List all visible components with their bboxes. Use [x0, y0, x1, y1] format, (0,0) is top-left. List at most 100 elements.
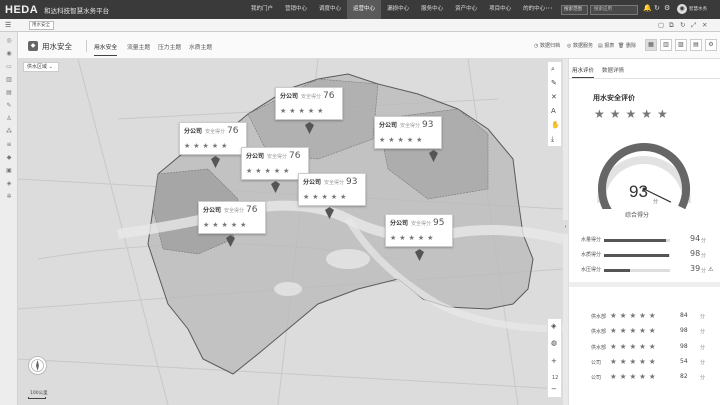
card-label: 安全得分	[301, 94, 322, 100]
nav-item-dispatch[interactable]: 调度中心	[313, 0, 347, 19]
location-pin-icon[interactable]	[305, 122, 314, 134]
sidebar-doc-icon[interactable]: ▤	[5, 89, 13, 96]
company-score-card[interactable]: 分公司 安全得分 76 ★★★★★	[275, 87, 343, 120]
sidebar-target-icon[interactable]: ◉	[5, 50, 13, 57]
nav-item-asset[interactable]: 资产中心	[449, 0, 483, 19]
sidebar-home-icon[interactable]: ◎	[5, 37, 13, 44]
location-pin-icon[interactable]	[226, 235, 235, 247]
module-divider	[86, 40, 87, 52]
view-grid-button[interactable]: ▦	[645, 39, 657, 51]
search-scope-select[interactable]: 搜索范围	[561, 5, 588, 15]
company-score-card[interactable]: 分公司 安全得分 95 ★★★★★	[385, 214, 453, 247]
metric-unit: 分	[701, 253, 707, 259]
company-score-card[interactable]: 分公司 安全得分 93 ★★★★★	[298, 173, 366, 206]
location-pin-icon[interactable]	[271, 181, 280, 193]
archive-button[interactable]: ◷ 数据归档	[534, 42, 560, 49]
view-table-button[interactable]: ▤	[690, 39, 702, 51]
ranking-row[interactable]: 供水部 ★★★★★ 98 分	[591, 326, 711, 339]
view-chart-button[interactable]: ▨	[675, 39, 687, 51]
measure-ruler-icon[interactable]: ✎	[551, 79, 557, 87]
menu-toggle-icon[interactable]: ☰	[5, 21, 11, 29]
zoom-out-icon[interactable]: −	[551, 385, 557, 393]
company-score-card[interactable]: 分公司 安全得分 93 ★★★★★	[374, 116, 442, 149]
sidebar-report-icon[interactable]: ▣	[5, 167, 13, 174]
tab-water-evaluation[interactable]: 用水评价	[572, 66, 595, 78]
clear-icon[interactable]: ✕	[551, 93, 557, 101]
top-header: HEDA 和达科技智慧水务平台 我的门户 营销中心 调度中心 运营中心 漏损中心…	[0, 0, 720, 19]
zoom-in-icon[interactable]: +	[551, 357, 557, 365]
fullscreen-icon[interactable]: ⤢	[691, 21, 696, 30]
ranking-row[interactable]: 供水部 ★★★★★ 98 分	[591, 342, 711, 355]
ranking-row[interactable]: 公司 ★★★★★ 54 分	[591, 357, 711, 370]
view-split-button[interactable]: ▥	[660, 39, 672, 51]
sidebar-chart-icon[interactable]: ▥	[5, 76, 13, 83]
link-icon[interactable]: ⧉	[669, 21, 674, 30]
sidebar-user-icon[interactable]: ♙	[5, 115, 13, 122]
data-service-button[interactable]: ◎ 数据服务	[567, 42, 593, 49]
view-settings-button[interactable]: ⚙	[705, 39, 717, 51]
metric-unit: 分	[701, 268, 707, 274]
company-score-card[interactable]: 分公司 安全得分 76 ★★★★★	[179, 122, 247, 155]
region-select[interactable]: 供水区域 ⌄	[23, 62, 59, 72]
sidebar-network-icon[interactable]: ⁂	[5, 128, 13, 135]
sidebar-gear-icon[interactable]: ✲	[5, 193, 13, 200]
download-icon[interactable]: ⤓	[551, 135, 554, 144]
subtab-flow[interactable]: 流量主题	[127, 42, 150, 51]
metric-bar	[604, 254, 670, 257]
sidebar-monitor-icon[interactable]: ▭	[5, 63, 13, 70]
tab-data-details[interactable]: 数据详情	[602, 66, 624, 74]
card-score: 93	[346, 177, 358, 187]
subtab-water-quality[interactable]: 水质主题	[189, 42, 212, 51]
settings-icon[interactable]: ⚙	[664, 4, 670, 12]
avatar[interactable]: ◉	[677, 4, 687, 14]
ranking-row[interactable]: 供水部 ★★★★★ 84 分	[591, 311, 711, 324]
window-icon[interactable]: ▢	[658, 21, 664, 29]
map-search-icon[interactable]: ⌕	[551, 65, 555, 74]
sidebar-edit-icon[interactable]: ✎	[5, 102, 13, 109]
map-area[interactable]: 供水区域 ⌄ 分公司 安全得分 76 ★★★★★ 分公司 安全得分 76 ★★★★★ 分…	[18, 59, 563, 405]
delete-button[interactable]: 🗑 删除	[618, 42, 636, 49]
sidebar-alert-icon[interactable]: ◈	[5, 180, 13, 187]
pan-hand-icon[interactable]: ✋	[551, 121, 560, 129]
top-nav: 我的门户 营销中心 调度中心 运营中心 漏损中心 服务中心 资产中心 项目中心 …	[245, 0, 551, 19]
refresh-icon[interactable]: ↻	[654, 4, 660, 12]
subtab-water-safety[interactable]: 用水安全	[94, 42, 118, 56]
nav-item-operation[interactable]: 运营中心	[347, 0, 382, 19]
metric-value: 94	[690, 234, 701, 243]
nav-item-project[interactable]: 项目中心	[483, 0, 517, 19]
subtab-pressure[interactable]: 压力主题	[158, 42, 181, 51]
metric-value: 98	[690, 249, 701, 258]
ranking-value: 82	[680, 373, 688, 380]
sidebar-list-icon[interactable]: ≡	[5, 141, 13, 148]
layers-icon[interactable]: ◈	[551, 322, 556, 330]
nav-item-portal[interactable]: 我的门户	[245, 0, 279, 19]
compass-icon[interactable]	[28, 356, 47, 375]
location-pin-icon[interactable]	[325, 207, 334, 219]
search-input[interactable]: 搜索应用	[590, 5, 638, 15]
more-menu-button[interactable]: ···	[545, 0, 553, 17]
card-company: 分公司	[303, 179, 322, 186]
report-button[interactable]: ▤ 报表	[598, 42, 614, 49]
metric-bar	[604, 239, 670, 242]
location-pin-icon[interactable]	[415, 249, 424, 261]
nav-item-service[interactable]: 服务中心	[415, 0, 449, 19]
globe-icon[interactable]: ◍	[551, 339, 557, 347]
ranking-row[interactable]: 公司 ★★★★★ 82 分	[591, 372, 711, 385]
company-score-card[interactable]: 分公司 安全得分 76 ★★★★★	[198, 201, 266, 234]
gauge-score: 93	[629, 182, 648, 201]
location-pin-icon[interactable]	[429, 150, 438, 162]
report-label: 报表	[604, 43, 615, 49]
nav-item-leakage[interactable]: 漏损中心	[381, 0, 415, 19]
sidebar-drop-icon[interactable]: ◆	[5, 154, 13, 161]
close-tab-icon[interactable]: ✕	[702, 21, 707, 29]
card-stars: ★★★★★	[303, 193, 350, 201]
location-pin-icon[interactable]	[211, 156, 220, 168]
username[interactable]: 智慧水务	[689, 6, 707, 12]
bell-icon[interactable]: 🔔	[643, 4, 652, 12]
card-label: 安全得分	[267, 154, 288, 160]
refresh-page-icon[interactable]: ↻	[680, 21, 685, 29]
metric-bar	[604, 269, 670, 272]
page-tab-water-safety[interactable]: 用水安全	[29, 21, 54, 30]
text-annotate-icon[interactable]: A	[551, 107, 556, 115]
nav-item-marketing[interactable]: 营销中心	[279, 0, 313, 19]
